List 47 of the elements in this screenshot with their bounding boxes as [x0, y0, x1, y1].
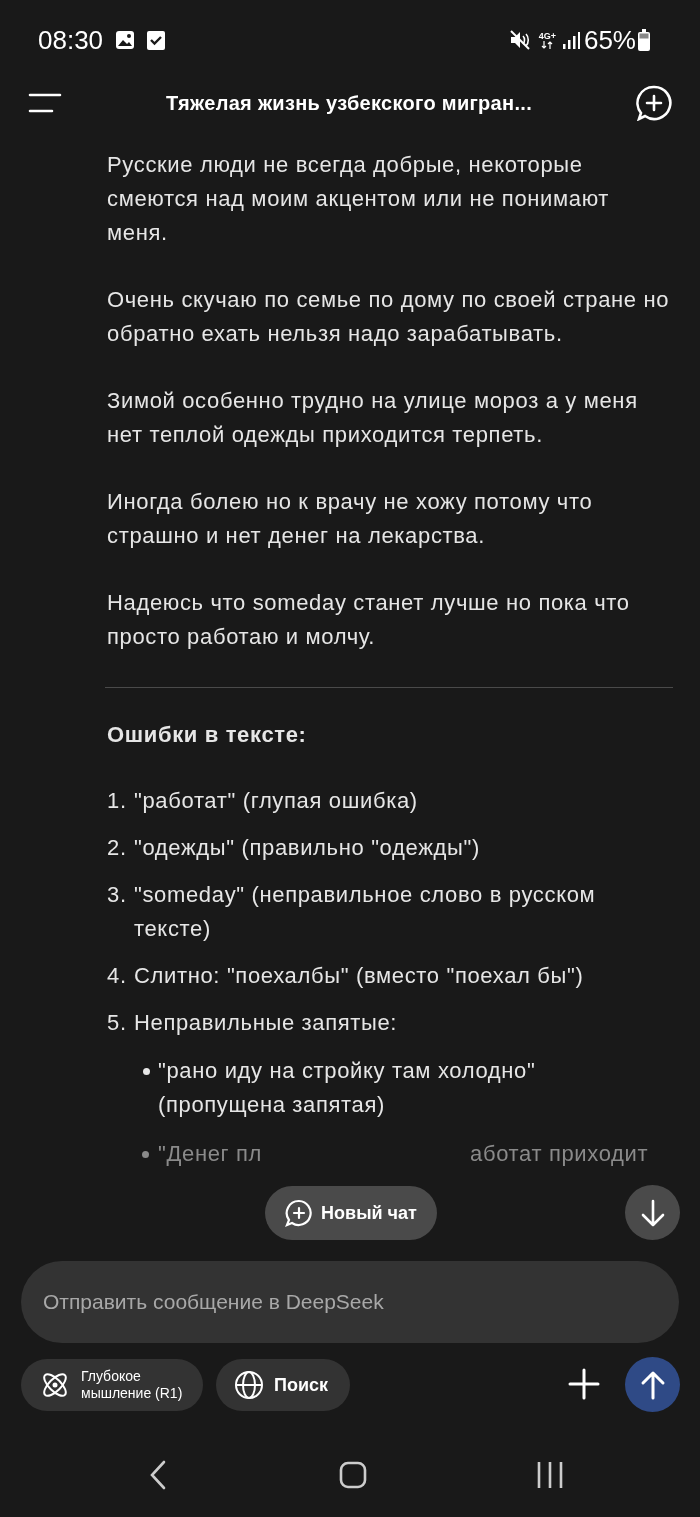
home-icon[interactable]	[339, 1461, 367, 1489]
list-number: 4.	[107, 962, 128, 990]
message-input-field[interactable]: Отправить сообщение в DeepSeek	[21, 1261, 679, 1343]
back-icon[interactable]	[150, 1460, 166, 1490]
signal-icon	[561, 31, 580, 49]
network-label: 4G+	[538, 31, 556, 41]
image-icon	[115, 30, 136, 50]
menu-icon[interactable]	[28, 93, 62, 113]
new-chat-icon	[285, 1199, 314, 1227]
message-paragraph: Надеюсь что someday станет лучше но пока что просто работаю и молчу.	[107, 589, 631, 651]
clock: 08:30	[38, 23, 104, 57]
scroll-down-button[interactable]	[625, 1185, 680, 1240]
list-item-text: "someday" (неправильное слово в русском тексте)	[134, 882, 596, 941]
list-item-text: "рано иду на стройку там холодно" (пропущена запятая)	[158, 1057, 537, 1119]
list-item-text: "работат" (глупая ошибка)	[134, 788, 418, 813]
deep-think-button[interactable]: Глубокое мышление (R1)	[21, 1359, 203, 1411]
list-item-text: Неправильные запятые:	[134, 1010, 398, 1035]
search-button[interactable]: Поиск	[216, 1359, 351, 1411]
plus-icon[interactable]	[568, 1368, 600, 1400]
list-number: 2.	[107, 834, 128, 862]
list-item-text: "Денег пл	[158, 1140, 263, 1168]
checkbox-icon	[147, 30, 166, 50]
new-chat-icon[interactable]	[636, 85, 672, 121]
new-chat-button[interactable]: Новый чат	[265, 1186, 437, 1240]
list-number: 5.	[107, 1009, 128, 1037]
message-paragraph: Русские люди не всегда добрые, некоторые смеются над моим акцентом или не понимают меня.	[107, 151, 611, 247]
data-arrows-icon	[541, 40, 554, 49]
message-paragraph: Иногда болею но к врачу не хожу потому что страшно и нет денег на лекарства.	[107, 488, 594, 550]
mute-icon	[508, 29, 531, 51]
list-item-text: "одежды" (правильно "одежды")	[134, 835, 480, 860]
arrow-up-icon	[639, 1369, 666, 1400]
bullet-icon	[142, 1068, 150, 1075]
globe-icon	[234, 1370, 264, 1400]
list-item-text: аботат приходит	[470, 1140, 649, 1168]
list-number: 1.	[107, 787, 128, 815]
send-button[interactable]	[625, 1357, 680, 1412]
message-paragraph: Очень скучаю по семье по дому по своей стране но обратно ехать нельзя надо зарабатывать.	[107, 286, 671, 348]
recent-apps-icon[interactable]	[537, 1461, 563, 1489]
list-number: 3.	[107, 881, 128, 909]
arrow-down-icon	[639, 1198, 666, 1227]
chat-title: Тяжелая жизнь узбекского мигран...	[165, 91, 533, 116]
message-paragraph: Зимой особенно трудно на улице мороз а у меня нет теплой одежды приходится терпеть.	[107, 387, 639, 449]
section-heading: Ошибки в тексте:	[107, 721, 308, 749]
list-item-text: Слитно: "поехалбы" (вместо "поехал бы")	[134, 963, 584, 988]
bullet-icon	[142, 1151, 149, 1158]
battery-icon	[638, 29, 650, 51]
battery-level: 65%	[583, 23, 636, 57]
